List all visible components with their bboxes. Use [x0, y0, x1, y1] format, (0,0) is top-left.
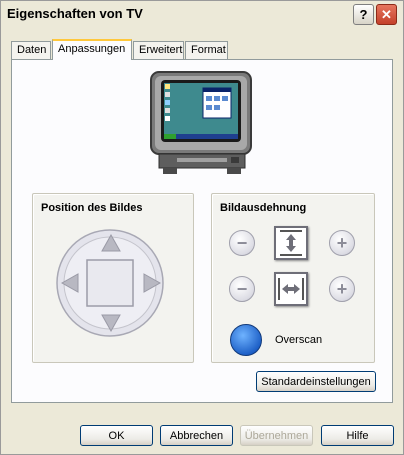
tab-daten[interactable]: Daten [11, 41, 51, 59]
horizontal-grow-button[interactable]: + [329, 276, 355, 302]
help-title-button[interactable]: ? [353, 4, 374, 25]
vertical-scale-indicator [274, 226, 308, 260]
minus-icon: − [236, 278, 248, 299]
tv-icon [150, 71, 252, 174]
vertical-shrink-button[interactable]: − [229, 230, 255, 256]
tab-erweitert[interactable]: Erweitert [133, 41, 184, 59]
vertical-stretch-icon [280, 230, 302, 256]
position-group-title: Position des Bildes [41, 202, 143, 214]
vertical-grow-button[interactable]: + [329, 230, 355, 256]
help-button[interactable]: Hilfe [321, 425, 394, 446]
close-icon: ✕ [381, 6, 392, 22]
title-bar[interactable]: Eigenschaften von TV ? ✕ [1, 1, 403, 27]
tab-format[interactable]: Format [185, 41, 228, 59]
arrow-right-icon[interactable] [143, 273, 161, 293]
apply-button[interactable]: Übernehmen [240, 425, 313, 446]
cancel-button[interactable]: Abbrechen [160, 425, 233, 446]
horizontal-stretch-icon [278, 278, 304, 300]
scale-group: Bildausdehnung − + − + Overscan [211, 193, 375, 363]
overscan-button[interactable] [230, 324, 262, 356]
defaults-button[interactable]: Standardeinstellungen [256, 371, 376, 392]
horizontal-scale-indicator [274, 272, 308, 306]
minus-icon: − [236, 232, 248, 253]
arrow-left-icon[interactable] [61, 273, 79, 293]
plus-icon: + [336, 278, 348, 299]
ok-button[interactable]: OK [80, 425, 153, 446]
position-group: Position des Bildes [32, 193, 194, 363]
close-button[interactable]: ✕ [376, 4, 397, 25]
tab-anpassungen[interactable]: Anpassungen [52, 39, 132, 60]
question-icon: ? [359, 7, 368, 22]
arrow-down-icon[interactable] [101, 314, 121, 332]
overscan-label: Overscan [275, 334, 323, 346]
plus-icon: + [336, 232, 348, 253]
tab-panel-anpassungen: Position des Bildes Bildausdehnung − + −… [11, 59, 393, 403]
horizontal-shrink-button[interactable]: − [229, 276, 255, 302]
scale-group-title: Bildausdehnung [220, 202, 307, 214]
arrow-up-icon[interactable] [101, 234, 121, 252]
window-title: Eigenschaften von TV [7, 6, 143, 21]
properties-dialog: Eigenschaften von TV ? ✕ Daten Anpassung… [0, 0, 404, 455]
